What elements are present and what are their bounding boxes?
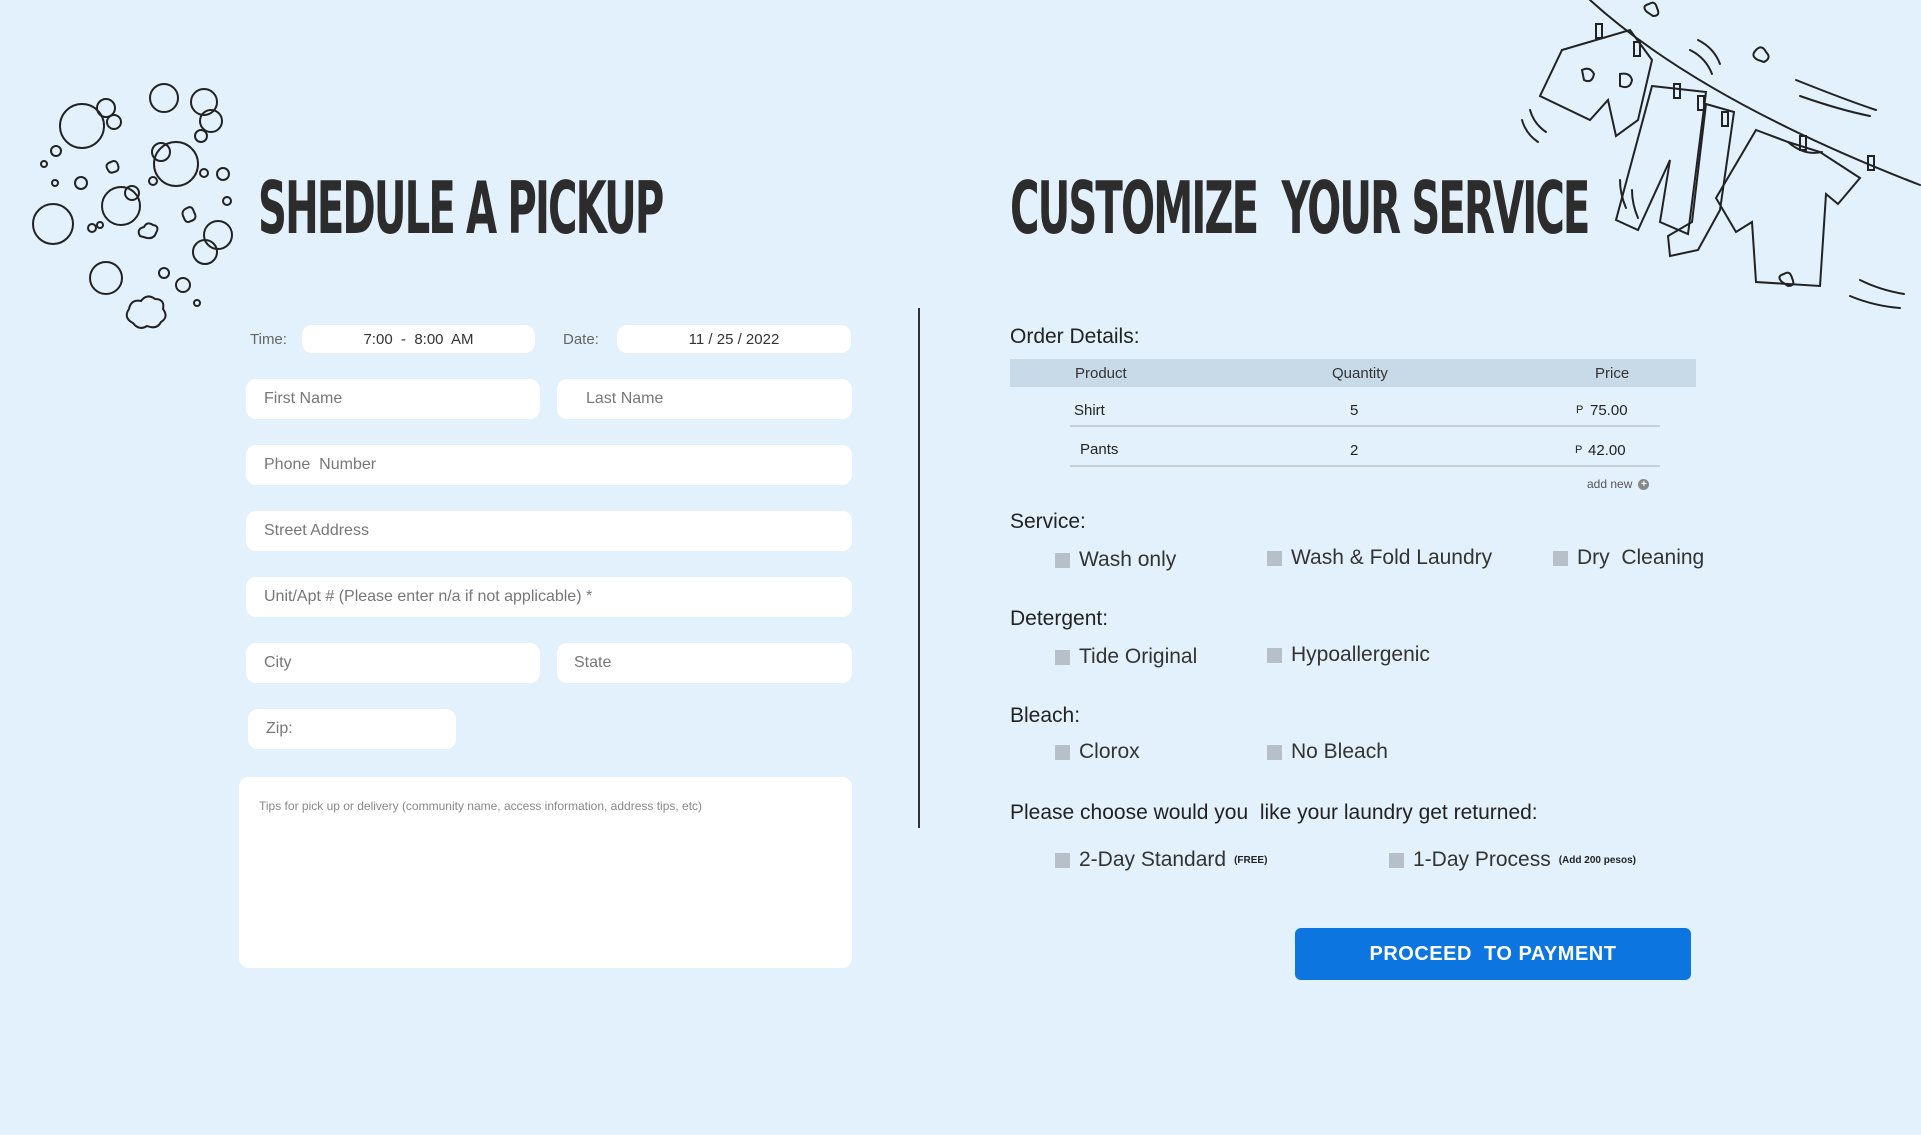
option-label: 1-Day Process (1413, 848, 1551, 871)
row-product: Pants (1080, 441, 1119, 458)
first-name-input[interactable]: First Name (246, 379, 540, 419)
proceed-to-payment-button[interactable]: PROCEED TO PAYMENT (1295, 928, 1691, 980)
table-row: Pants 2 P 42.00 (1070, 435, 1660, 467)
plus-circle-icon: + (1638, 478, 1650, 490)
table-header: Product Quantity Price (1010, 359, 1696, 387)
city-input[interactable]: City (246, 643, 540, 683)
zip-input[interactable]: Zip: (248, 709, 456, 749)
row-quantity: 5 (1350, 402, 1359, 419)
row-quantity: 2 (1350, 442, 1359, 459)
header-price: Price (1595, 365, 1630, 382)
detergent-label: Detergent: (1010, 607, 1109, 630)
row-price: 42.00 (1588, 442, 1626, 459)
add-new-label: add new (1587, 477, 1633, 491)
return-option-label: Please choose would you like your laundr… (1010, 801, 1538, 824)
tips-textarea[interactable]: Tips for pick up or delivery (community … (239, 777, 852, 968)
bubbles-illustration (32, 83, 233, 329)
checkbox-box (1055, 649, 1070, 665)
date-label: Date: (563, 331, 599, 348)
time-field[interactable]: 7:00 - 8:00 AM (302, 325, 535, 353)
detergent-tide-checkbox[interactable]: Tide Original (1055, 645, 1197, 669)
bleach-label: Bleach: (1010, 704, 1081, 727)
option-tag: (FREE) (1234, 854, 1268, 866)
checkbox-box (1267, 647, 1282, 663)
option-label: Wash only (1079, 548, 1177, 571)
table-row: Shirt 5 P 75.00 (1070, 397, 1660, 427)
row-product: Shirt (1074, 402, 1105, 419)
option-label: Hypoallergenic (1291, 643, 1430, 666)
return-1day-checkbox[interactable]: 1-Day Process (Add 200 pesos) (1389, 848, 1636, 872)
service-dry-cleaning-checkbox[interactable]: Dry Cleaning (1553, 546, 1704, 570)
return-2day-checkbox[interactable]: 2-Day Standard (FREE) (1055, 848, 1267, 872)
checkbox-box (1055, 744, 1070, 760)
option-label: Tide Original (1079, 645, 1198, 668)
option-label: Dry Cleaning (1577, 546, 1705, 569)
checkbox-box (1055, 852, 1070, 868)
bleach-none-checkbox[interactable]: No Bleach (1267, 740, 1388, 764)
detergent-hypoallergenic-checkbox[interactable]: Hypoallergenic (1267, 643, 1430, 667)
unit-apt-input[interactable]: Unit/Apt # (Please enter n/a if not appl… (246, 577, 852, 617)
option-tag: (Add 200 pesos) (1558, 854, 1636, 866)
bleach-clorox-checkbox[interactable]: Clorox (1055, 740, 1140, 764)
checkbox-box (1553, 550, 1568, 566)
option-label: No Bleach (1291, 740, 1388, 763)
order-details-label: Order Details: (1010, 325, 1140, 348)
phone-input[interactable]: Phone Number (246, 445, 852, 485)
checkbox-box (1389, 852, 1404, 868)
header-product: Product (1075, 365, 1127, 382)
customize-service-title: CUSTOMIZE YOUR SERVICE (1010, 166, 1590, 250)
state-input[interactable]: State (557, 643, 852, 683)
last-name-input[interactable]: Last Name (557, 379, 852, 419)
row-currency: P (1576, 404, 1584, 416)
time-label: Time: (250, 331, 287, 348)
option-label: 2-Day Standard (1079, 848, 1227, 871)
checkbox-box (1055, 552, 1070, 568)
service-wash-only-checkbox[interactable]: Wash only (1055, 548, 1176, 572)
schedule-pickup-title: SHEDULE A PICKUP (258, 166, 664, 250)
option-label: Clorox (1079, 740, 1140, 763)
row-price: 75.00 (1590, 402, 1628, 419)
option-label: Wash & Fold Laundry (1291, 546, 1493, 569)
add-new-row-button[interactable]: add new + (1587, 477, 1650, 491)
date-field[interactable]: 11 / 25 / 2022 (617, 325, 851, 353)
service-wash-fold-checkbox[interactable]: Wash & Fold Laundry (1267, 546, 1492, 570)
checkbox-box (1267, 744, 1282, 760)
checkbox-box (1267, 550, 1282, 566)
service-label: Service: (1010, 510, 1086, 533)
row-currency: P (1575, 444, 1583, 456)
street-address-input[interactable]: Street Address (246, 511, 852, 551)
header-quantity: Quantity (1332, 365, 1388, 382)
clothesline-illustration (1521, 0, 1921, 309)
section-divider (918, 308, 920, 828)
